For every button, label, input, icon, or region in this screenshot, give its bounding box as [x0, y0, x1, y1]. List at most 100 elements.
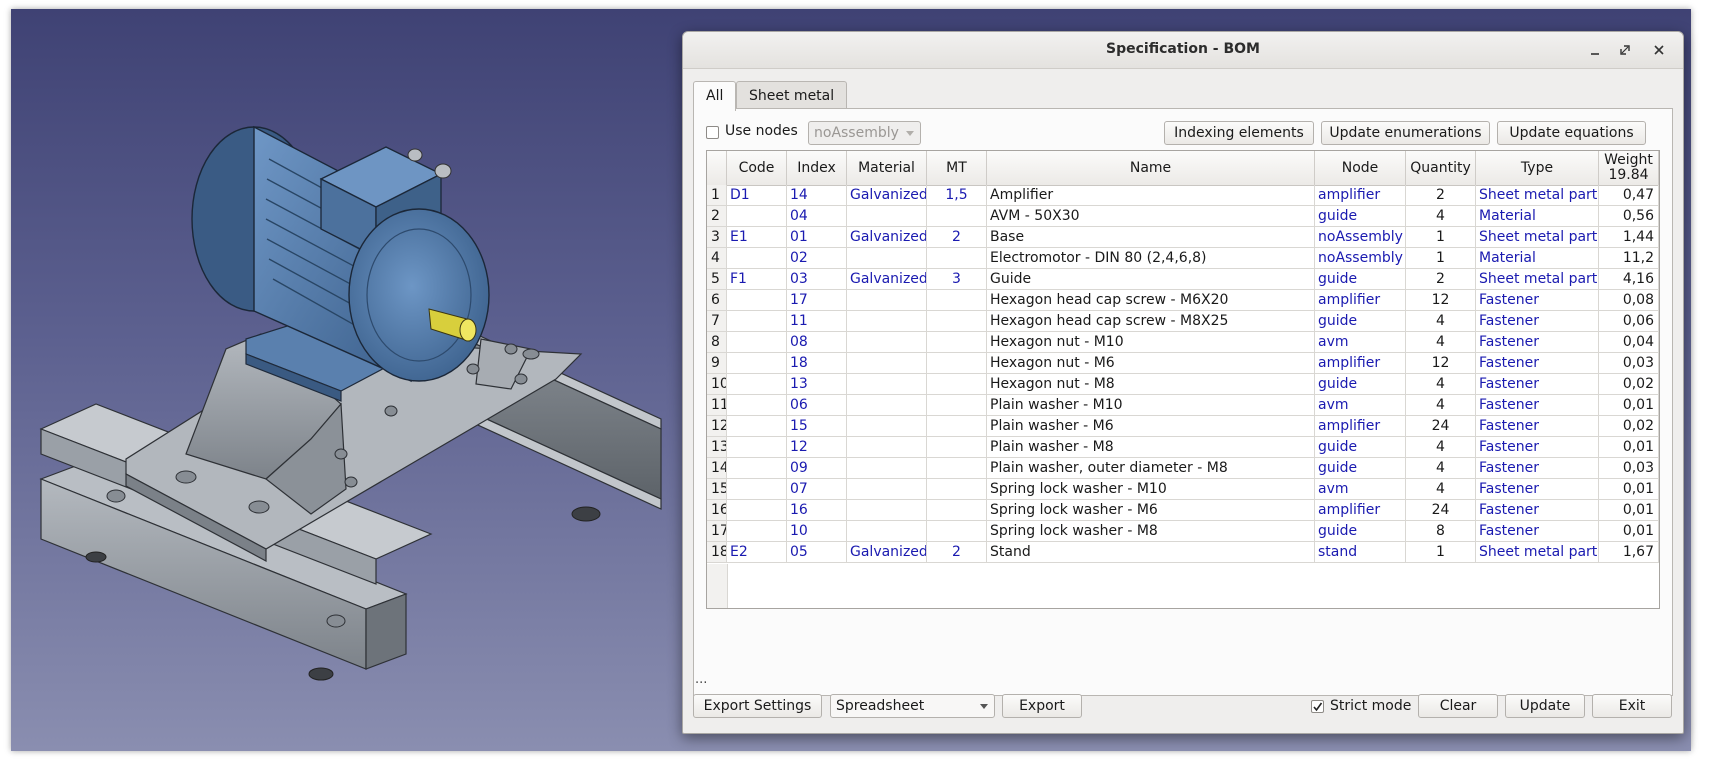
cell-qty[interactable]: 24 [1406, 500, 1476, 521]
table-row[interactable]: 3 E1 01 Galvanized 2 Base noAssembly 1 Sheet met… [707, 227, 1659, 248]
cell-index[interactable]: 14 [787, 185, 847, 206]
table-row[interactable]: 7 11 Hexagon head cap screw - M8X25 guide 4 F… [707, 311, 1659, 332]
cell-mt[interactable] [927, 353, 987, 374]
cell-name[interactable]: Hexagon nut - M8 [987, 374, 1315, 395]
cell-index[interactable]: 15 [787, 416, 847, 437]
cell-code[interactable] [727, 206, 787, 227]
cell-type[interactable]: Sheet metal part [1476, 269, 1599, 290]
table-row[interactable]: 18E205Galvanized2Standstand1Sheet metal … [707, 542, 1659, 563]
use-nodes-checkbox[interactable] [706, 126, 719, 139]
cell-qty[interactable]: 1 [1406, 542, 1476, 563]
cell-node[interactable]: guide [1315, 269, 1406, 290]
indexing-elements-button[interactable]: Indexing elements [1164, 121, 1314, 145]
cell-weight[interactable]: 0,04 [1599, 332, 1659, 353]
cell-type[interactable]: Sheet metal part [1476, 542, 1599, 563]
cell-material[interactable]: Galvanized [847, 227, 927, 248]
cell-mt[interactable] [927, 206, 987, 227]
cell-node[interactable]: noAssembly [1315, 248, 1406, 269]
cell-type[interactable]: Material [1476, 248, 1599, 269]
cell-code[interactable] [727, 290, 787, 311]
tab-sheet-metal[interactable]: Sheet metal [736, 81, 848, 110]
cell-name[interactable]: Hexagon nut - M6 [987, 353, 1315, 374]
cell-mt[interactable]: 1,5 [927, 185, 987, 206]
cell-code[interactable] [727, 311, 787, 332]
cell-index[interactable]: 10 [787, 521, 847, 542]
update-enumerations-button[interactable]: Update enumerations [1321, 121, 1490, 145]
cell-node[interactable]: amplifier [1315, 290, 1406, 311]
cell-weight[interactable]: 0,01 [1599, 395, 1659, 416]
column-header-weight[interactable]: Weight 19.84 [1599, 151, 1659, 185]
cell-mt[interactable]: 3 [927, 269, 987, 290]
cell-weight[interactable]: 0,01 [1599, 500, 1659, 521]
cell-code[interactable]: E2 [727, 542, 787, 563]
cell-name[interactable]: Guide [987, 269, 1315, 290]
cell-index[interactable]: 18 [787, 353, 847, 374]
cell-mt[interactable]: 2 [927, 227, 987, 248]
cell-mt[interactable] [927, 521, 987, 542]
cell-type[interactable]: Fastener [1476, 416, 1599, 437]
cell-material[interactable] [847, 353, 927, 374]
cell-qty[interactable]: 2 [1406, 185, 1476, 206]
cell-name[interactable]: Hexagon nut - M10 [987, 332, 1315, 353]
cell-node[interactable]: guide [1315, 437, 1406, 458]
cell-material[interactable]: Galvanized [847, 185, 927, 206]
cell-mt[interactable] [927, 311, 987, 332]
update-button[interactable]: Update [1505, 694, 1585, 718]
cell-index[interactable]: 02 [787, 248, 847, 269]
cell-type[interactable]: Fastener [1476, 395, 1599, 416]
export-settings-button[interactable]: Export Settings [693, 694, 822, 718]
table-row[interactable]: 1 D1 14 Galvanized 1,5 Amplifier amplifier 2 She… [707, 185, 1659, 206]
column-header-code[interactable]: Code [727, 151, 787, 185]
table-row[interactable]: 12 15 Plain washer - M6amplifier24Fastener… [707, 416, 1659, 437]
cell-material[interactable] [847, 395, 927, 416]
table-row[interactable]: 6 17 Hexagon head cap screw - M6X20 amplifi… [707, 290, 1659, 311]
cell-qty[interactable]: 4 [1406, 458, 1476, 479]
cell-qty[interactable]: 4 [1406, 479, 1476, 500]
column-header-name[interactable]: Name [987, 151, 1315, 185]
table-row[interactable]: 2 04 AVM - 50X30 guide 4 Material 0,56 [707, 206, 1659, 227]
cell-qty[interactable]: 4 [1406, 206, 1476, 227]
cell-code[interactable] [727, 437, 787, 458]
cell-node[interactable]: amplifier [1315, 416, 1406, 437]
cell-node[interactable]: amplifier [1315, 353, 1406, 374]
cell-material[interactable] [847, 416, 927, 437]
cell-weight[interactable]: 0,02 [1599, 416, 1659, 437]
table-row[interactable]: 14 09 Plain washer, outer diameter - M8gui… [707, 458, 1659, 479]
column-header-mt[interactable]: MT [927, 151, 987, 185]
cell-name[interactable]: Plain washer - M10 [987, 395, 1315, 416]
cell-qty[interactable]: 2 [1406, 269, 1476, 290]
export-format-combo[interactable]: Spreadsheet [830, 694, 995, 718]
cell-type[interactable]: Material [1476, 206, 1599, 227]
cell-weight[interactable]: 0,47 [1599, 185, 1659, 206]
cell-name[interactable]: Plain washer - M6 [987, 416, 1315, 437]
cell-mt[interactable] [927, 290, 987, 311]
table-row[interactable]: 5 F1 03 Galvanized 3 Guide guide 2 Sheet metal p… [707, 269, 1659, 290]
cell-type[interactable]: Fastener [1476, 458, 1599, 479]
cell-node[interactable]: noAssembly [1315, 227, 1406, 248]
cell-code[interactable] [727, 353, 787, 374]
column-header-quantity[interactable]: Quantity [1406, 151, 1476, 185]
cell-material[interactable]: Galvanized [847, 542, 927, 563]
cell-index[interactable]: 16 [787, 500, 847, 521]
exit-button[interactable]: Exit [1592, 694, 1672, 718]
cell-type[interactable]: Fastener [1476, 437, 1599, 458]
column-header-index[interactable]: Index [787, 151, 847, 185]
cell-qty[interactable]: 4 [1406, 311, 1476, 332]
cell-index[interactable]: 13 [787, 374, 847, 395]
cell-material[interactable] [847, 458, 927, 479]
cell-material[interactable] [847, 500, 927, 521]
cell-code[interactable] [727, 374, 787, 395]
cell-mt[interactable]: 2 [927, 542, 987, 563]
cell-material[interactable] [847, 332, 927, 353]
cell-qty[interactable]: 4 [1406, 332, 1476, 353]
motor-assembly-model[interactable] [11, 9, 691, 751]
table-row[interactable]: 8 08 Hexagon nut - M10 avm 4 Fastener 0,04 [707, 332, 1659, 353]
cell-code[interactable] [727, 395, 787, 416]
cell-node[interactable]: avm [1315, 479, 1406, 500]
cell-index[interactable]: 08 [787, 332, 847, 353]
cell-weight[interactable]: 0,06 [1599, 311, 1659, 332]
cell-code[interactable] [727, 479, 787, 500]
cell-index[interactable]: 07 [787, 479, 847, 500]
cell-node[interactable]: guide [1315, 374, 1406, 395]
cell-type[interactable]: Fastener [1476, 332, 1599, 353]
